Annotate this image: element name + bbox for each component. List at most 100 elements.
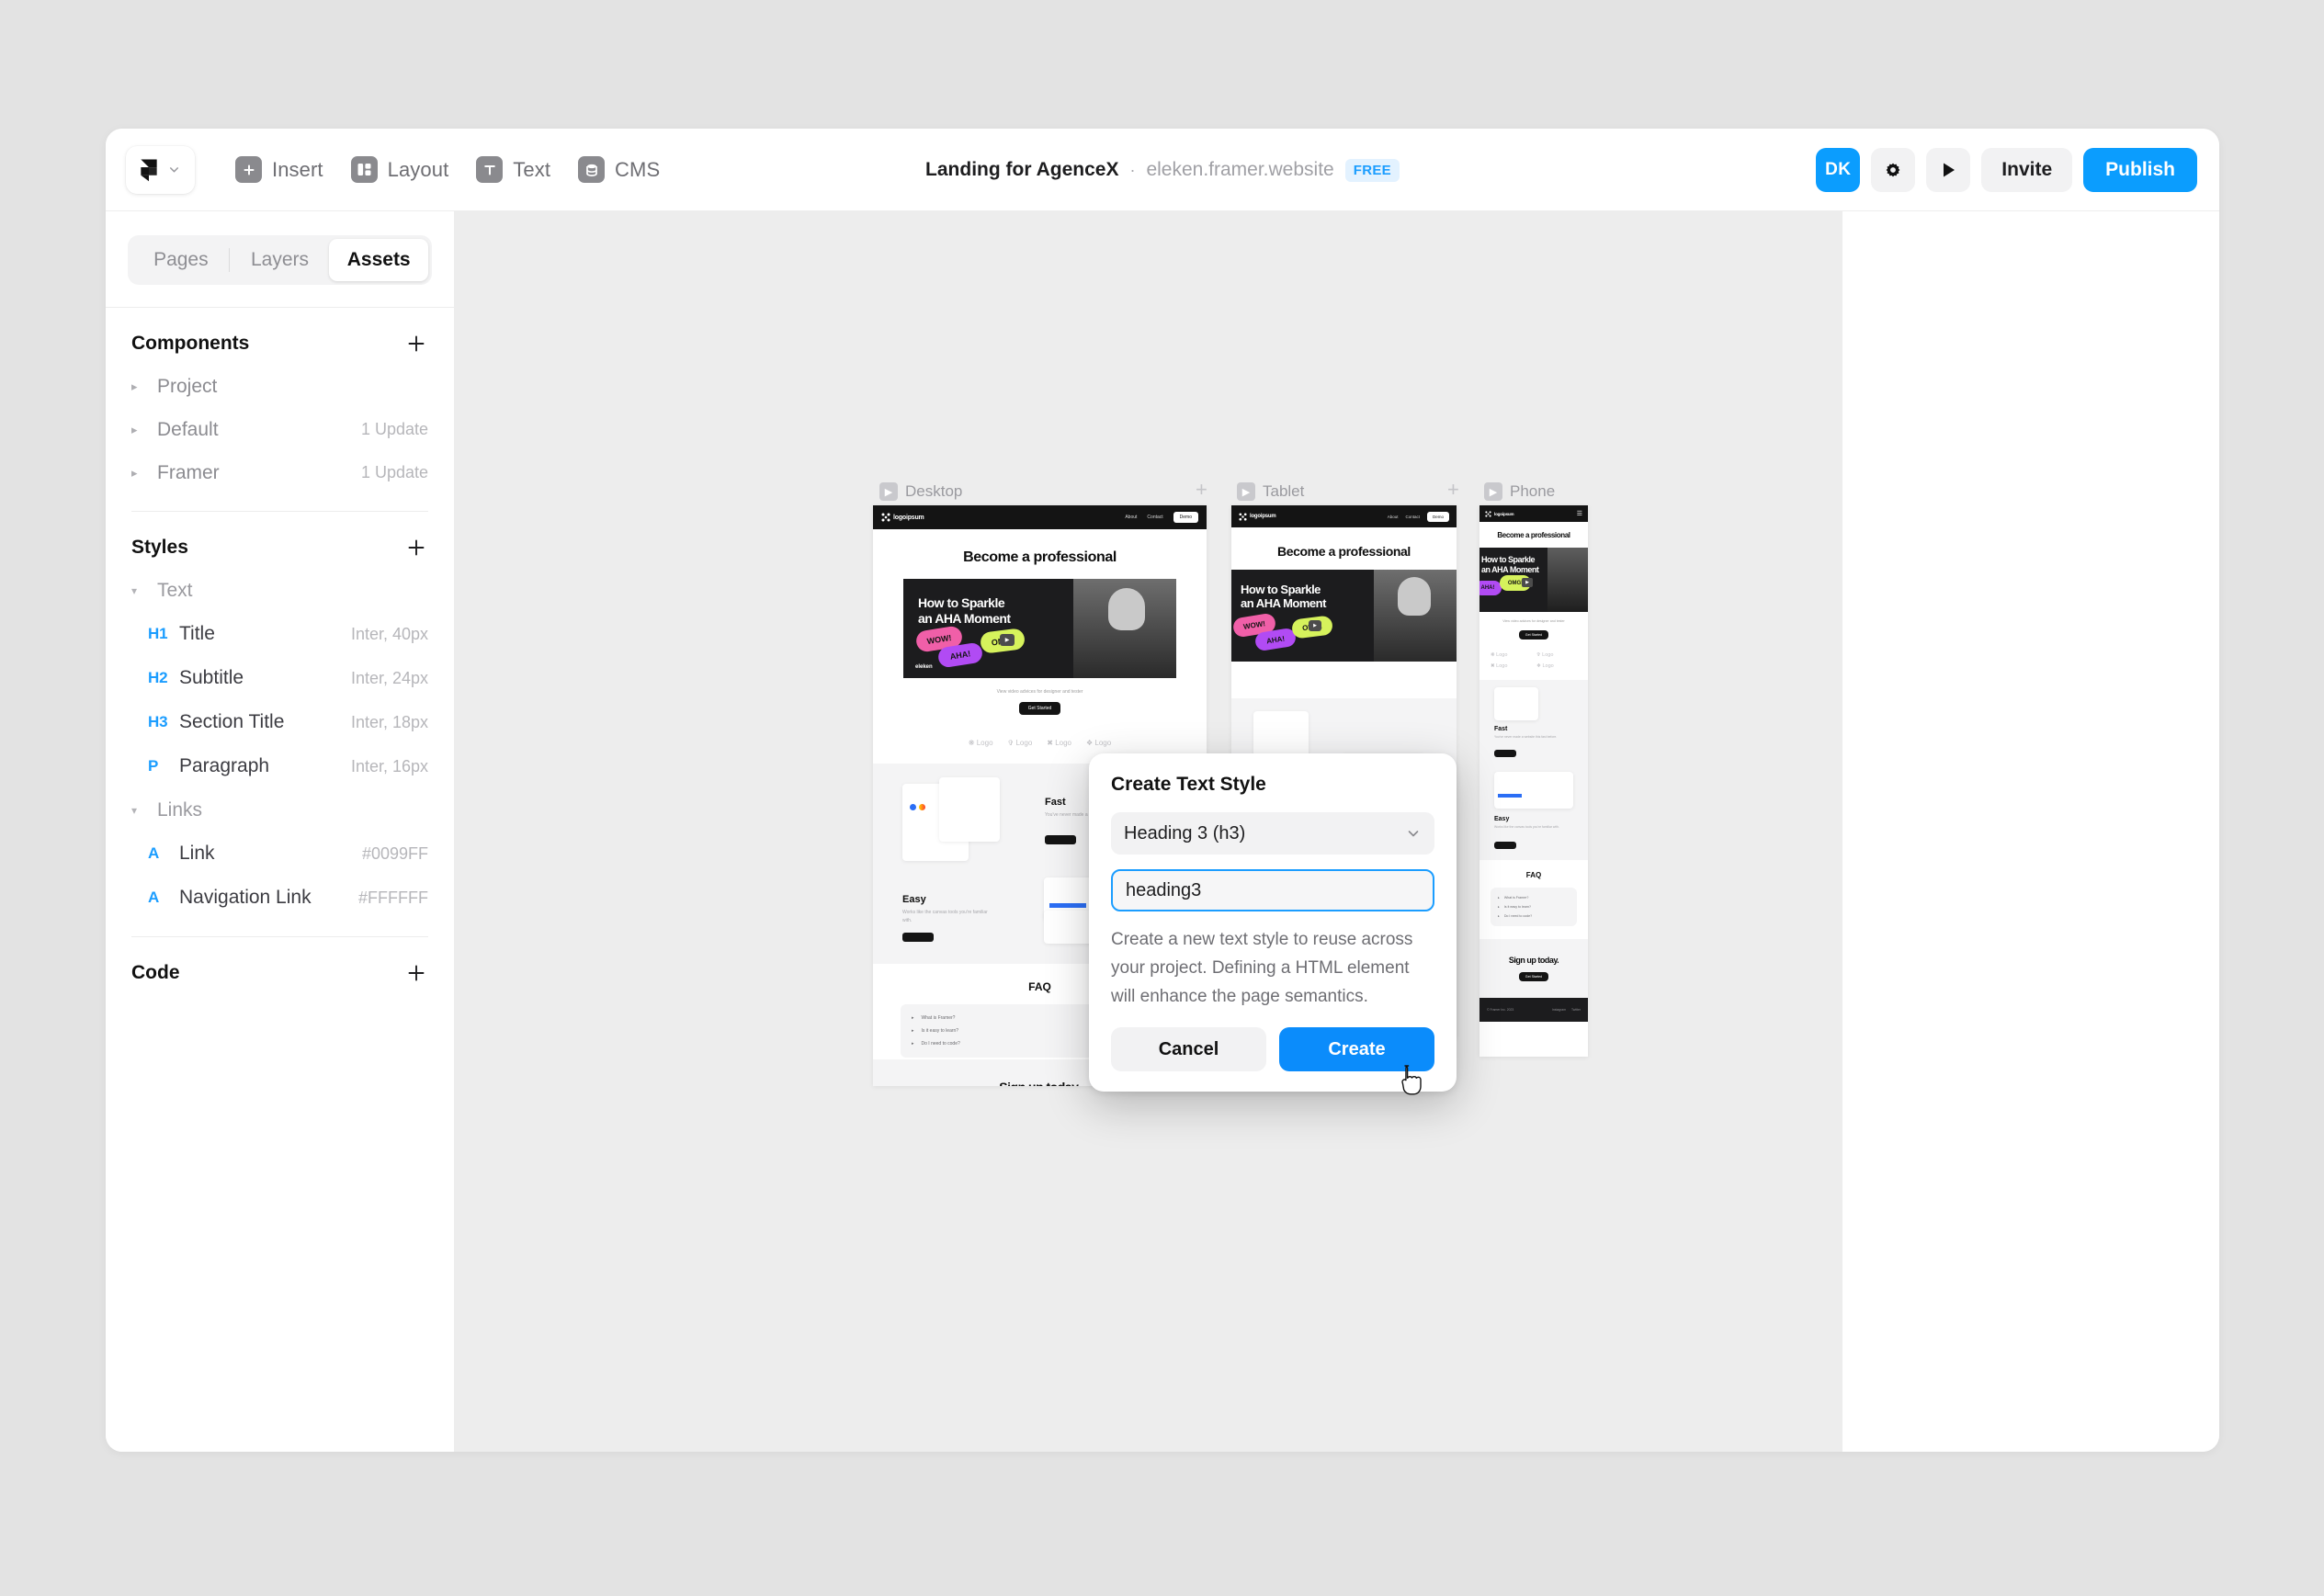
- feature-button-fast[interactable]: [1045, 835, 1076, 844]
- preview-button[interactable]: [1926, 147, 1971, 192]
- component-item-default[interactable]: ▸ Default 1 Update: [106, 408, 454, 451]
- component-item-framer[interactable]: ▸ Framer 1 Update: [106, 451, 454, 494]
- add-component-button[interactable]: [404, 332, 428, 356]
- faq-item[interactable]: ▸Do I need to code?: [1491, 911, 1577, 921]
- style-item-navigation-link[interactable]: A Navigation Link #FFFFFF: [106, 876, 454, 920]
- frame-label-phone[interactable]: ▶ Phone: [1484, 482, 1555, 501]
- feature-body-fast: You've never made a website this fast be…: [1494, 734, 1558, 739]
- frame-label-desktop[interactable]: ▶ Desktop: [879, 482, 962, 501]
- nav-demo-button[interactable]: Demo: [1426, 511, 1449, 522]
- site-cta-wrap: Get Started: [873, 702, 1207, 715]
- style-item-link[interactable]: A Link #0099FF: [106, 832, 454, 876]
- settings-button[interactable]: [1871, 147, 1916, 192]
- html-element-select[interactable]: Heading 3 (h3): [1111, 812, 1434, 855]
- chevron-right-icon: ▸: [1498, 895, 1500, 900]
- framer-logo-icon: [141, 158, 157, 181]
- sidebar-tab-layers[interactable]: Layers: [231, 239, 330, 281]
- page-title: Landing for AgenceX: [925, 159, 1119, 180]
- add-breakpoint-tablet[interactable]: +: [1447, 478, 1459, 502]
- nav-link-about[interactable]: About: [1125, 515, 1137, 520]
- faq-item[interactable]: ▸Is it easy to learn?: [1491, 902, 1577, 911]
- plus-icon: [408, 539, 425, 556]
- nav-link-contact[interactable]: Contact: [1147, 515, 1162, 520]
- logoipsum-icon: [881, 513, 890, 522]
- toolbar-text-button[interactable]: Text: [476, 156, 550, 183]
- feature-screenshot-a: [1494, 686, 1538, 720]
- feature-screenshot-c: [1494, 771, 1573, 809]
- cancel-button[interactable]: Cancel: [1111, 1027, 1266, 1072]
- site-cta-button[interactable]: Get Started: [1018, 702, 1061, 715]
- hero-play-badge[interactable]: ▶: [1000, 634, 1015, 646]
- feature-button-easy[interactable]: [902, 933, 934, 942]
- logo-strip-item: ❖ Logo: [1086, 739, 1112, 747]
- site-headline: Become a professional: [963, 549, 1117, 565]
- code-section-header: Code: [106, 937, 454, 994]
- style-item-paragraph[interactable]: P Paragraph Inter, 16px: [106, 744, 454, 788]
- publish-button[interactable]: Publish: [2083, 147, 2197, 192]
- framer-menu-button[interactable]: [126, 145, 195, 194]
- faq-item[interactable]: ▸What is Framer?: [1491, 893, 1577, 902]
- site-footer: © Framer Inc. 2023 Instagram Twitter: [1479, 997, 1588, 1022]
- add-code-button[interactable]: [404, 961, 428, 985]
- chevron-down-icon: ▾: [131, 583, 138, 597]
- style-meta: Inter, 18px: [350, 712, 428, 731]
- feature-button-fast[interactable]: [1494, 749, 1516, 757]
- logo-strip-item: ✞ Logo: [1536, 651, 1554, 658]
- logo-strip-item: ❋ Logo: [1491, 651, 1508, 658]
- style-name-input[interactable]: heading3: [1111, 869, 1434, 911]
- nav-demo-button[interactable]: Demo: [1173, 512, 1198, 523]
- component-label: Project: [157, 375, 218, 397]
- site-logo: logoipsum: [1485, 510, 1514, 517]
- hero-play-badge[interactable]: ▶: [1309, 620, 1321, 631]
- create-text-style-dialog: Create Text Style Heading 3 (h3) heading…: [1089, 753, 1457, 1092]
- toolbar-cms-button[interactable]: CMS: [578, 156, 660, 183]
- nav-link-contact[interactable]: Contact: [1405, 515, 1420, 519]
- footer-link-twitter[interactable]: Twitter: [1571, 1008, 1581, 1012]
- site-navbar: logoipsum About Contact Demo: [873, 505, 1207, 529]
- dialog-title: Create Text Style: [1111, 774, 1266, 795]
- toolbar-layout-button[interactable]: Layout: [350, 156, 449, 183]
- style-name: Section Title: [179, 711, 285, 732]
- style-group-text[interactable]: ▾ Text: [106, 569, 454, 612]
- database-icon: [578, 156, 606, 183]
- components-section-header: Components: [106, 308, 454, 365]
- component-item-project[interactable]: ▸ Project: [106, 365, 454, 408]
- sidebar-tab-pages[interactable]: Pages: [131, 239, 231, 281]
- frame-label-tablet[interactable]: ▶ Tablet: [1237, 482, 1304, 501]
- site-logo: logoipsum: [881, 513, 924, 522]
- play-icon: [1944, 163, 1956, 176]
- add-style-button[interactable]: [404, 536, 428, 560]
- style-item-subtitle[interactable]: H2 Subtitle Inter, 24px: [106, 656, 454, 700]
- footer-link-instagram[interactable]: Instagram: [1552, 1008, 1566, 1012]
- dialog-actions: Cancel Create: [1111, 1027, 1434, 1072]
- style-meta: #FFFFFF: [358, 888, 428, 907]
- frame-label-text: Tablet: [1263, 482, 1305, 500]
- sidebar-tab-assets[interactable]: Assets: [329, 239, 429, 281]
- hero-video-card: How to Sparkle an AHA Moment WOW! AHA! O…: [903, 579, 1176, 678]
- hero-play-badge[interactable]: ▶: [1522, 578, 1533, 587]
- avatar[interactable]: DK: [1816, 147, 1861, 192]
- style-item-section-title[interactable]: H3 Section Title Inter, 18px: [106, 700, 454, 744]
- toolbar-insert-label: Insert: [272, 157, 323, 181]
- style-meta: #0099FF: [361, 843, 428, 863]
- swatch-gradient: [919, 804, 925, 810]
- site-navbar: logoipsum ☰: [1479, 505, 1588, 522]
- styles-section-header: Styles: [106, 512, 454, 569]
- toolbar-insert-button[interactable]: Insert: [235, 156, 323, 183]
- hamburger-menu-icon[interactable]: ☰: [1577, 511, 1582, 517]
- chevron-right-icon: ▸: [912, 1015, 914, 1021]
- create-button[interactable]: Create: [1279, 1027, 1434, 1072]
- artboard-phone[interactable]: logoipsum ☰ Become a professional How to…: [1479, 505, 1588, 1057]
- components-title: Components: [131, 333, 250, 354]
- style-group-links[interactable]: ▾ Links: [106, 788, 454, 832]
- plan-badge: FREE: [1344, 158, 1400, 182]
- add-breakpoint-desktop[interactable]: +: [1196, 478, 1207, 502]
- sidebar-tabs: Pages Layers Assets: [128, 235, 432, 285]
- feature-button-easy[interactable]: [1494, 841, 1516, 849]
- site-cta-button[interactable]: Get Started: [1518, 629, 1549, 640]
- nav-link-about[interactable]: About: [1388, 515, 1399, 519]
- style-meta: Inter, 16px: [350, 756, 428, 775]
- invite-button[interactable]: Invite: [1981, 147, 2073, 192]
- signup-cta-button[interactable]: Get Started: [1518, 971, 1549, 981]
- style-item-title[interactable]: H1 Title Inter, 40px: [106, 612, 454, 656]
